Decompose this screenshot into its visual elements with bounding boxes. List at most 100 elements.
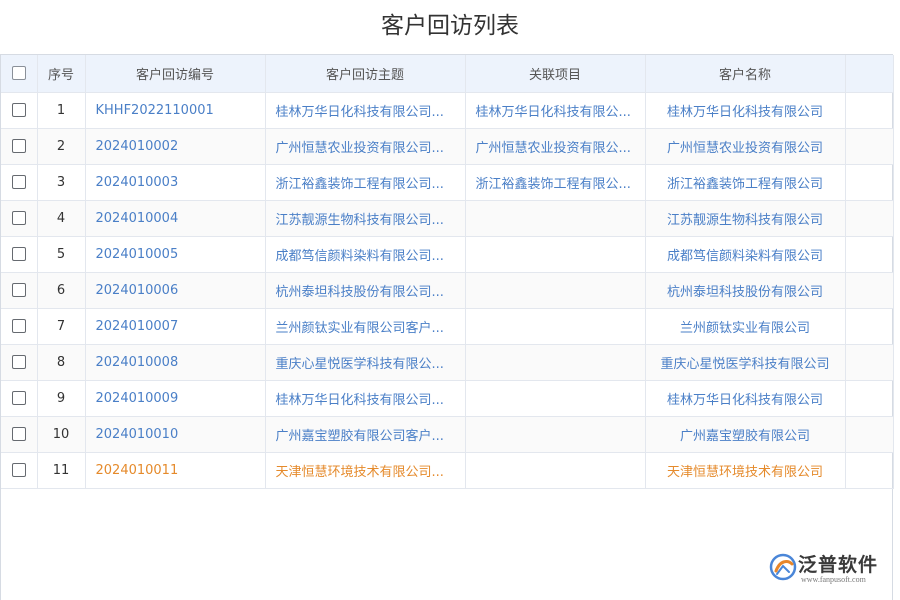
row-subject-link[interactable]: 广州恒慧农业投资有限公司... (265, 128, 465, 164)
row-checkbox[interactable] (12, 463, 26, 477)
row-code-link[interactable]: 2024010004 (85, 200, 265, 236)
row-checkbox[interactable] (12, 391, 26, 405)
row-subject-link[interactable]: 天津恒慧环境技术有限公司... (265, 452, 465, 488)
row-checkbox[interactable] (12, 355, 26, 369)
row-project-link[interactable] (465, 452, 645, 488)
table-row[interactable]: 92024010009桂林万华日化科技有限公司... 桂林万华日化科技有限公司 (1, 380, 893, 416)
row-code-link[interactable]: 2024010009 (85, 380, 265, 416)
brand-logo: 泛普软件 www.fanpusoft.com (768, 550, 888, 590)
row-checkbox-cell[interactable] (1, 344, 37, 380)
select-all-cell[interactable] (1, 55, 37, 92)
row-subject-link[interactable]: 兰州颜钛实业有限公司客户... (265, 308, 465, 344)
logo-url: www.fanpusoft.com (801, 575, 866, 584)
row-index: 10 (37, 416, 85, 452)
row-customer-link[interactable]: 桂林万华日化科技有限公司 (645, 380, 845, 416)
row-customer-link[interactable]: 成都笃信颜料染料有限公司 (645, 236, 845, 272)
row-code-link[interactable]: 2024010006 (85, 272, 265, 308)
column-header-index[interactable]: 序号 (37, 55, 85, 92)
row-project-link[interactable] (465, 308, 645, 344)
row-subject-link[interactable]: 江苏靓源生物科技有限公司... (265, 200, 465, 236)
row-project-link[interactable] (465, 380, 645, 416)
row-checkbox-cell[interactable] (1, 128, 37, 164)
table-row[interactable]: 32024010003浙江裕鑫装饰工程有限公司...浙江裕鑫装饰工程有限公...… (1, 164, 893, 200)
row-project-link[interactable] (465, 236, 645, 272)
table-row[interactable]: 72024010007兰州颜钛实业有限公司客户...兰州颜钛实业有限公司 (1, 308, 893, 344)
row-extra-cell (845, 128, 893, 164)
row-subject-link[interactable]: 重庆心星悦医学科技有限公... (265, 344, 465, 380)
row-checkbox[interactable] (12, 283, 26, 297)
row-customer-link[interactable]: 浙江裕鑫装饰工程有限公司 (645, 164, 845, 200)
row-checkbox-cell[interactable] (1, 416, 37, 452)
row-code-link[interactable]: 2024010010 (85, 416, 265, 452)
column-header-project[interactable]: 关联项目 (465, 55, 645, 92)
page-title: 客户回访列表 (0, 10, 900, 42)
row-project-link[interactable]: 浙江裕鑫装饰工程有限公... (465, 164, 645, 200)
row-project-link[interactable]: 桂林万华日化科技有限公... (465, 92, 645, 128)
select-all-checkbox[interactable] (12, 66, 26, 80)
row-project-link[interactable] (465, 272, 645, 308)
column-header-code[interactable]: 客户回访编号 (85, 55, 265, 92)
row-subject-link[interactable]: 广州嘉宝塑胶有限公司客户... (265, 416, 465, 452)
row-checkbox[interactable] (12, 139, 26, 153)
row-code-link[interactable]: 2024010011 (85, 452, 265, 488)
row-checkbox[interactable] (12, 319, 26, 333)
row-code-link[interactable]: 2024010002 (85, 128, 265, 164)
row-index: 2 (37, 128, 85, 164)
row-customer-link[interactable]: 桂林万华日化科技有限公司 (645, 92, 845, 128)
row-checkbox[interactable] (12, 175, 26, 189)
row-extra-cell (845, 452, 893, 488)
row-customer-link[interactable]: 天津恒慧环境技术有限公司 (645, 452, 845, 488)
row-subject-link[interactable]: 桂林万华日化科技有限公司... (265, 92, 465, 128)
row-customer-link[interactable]: 广州恒慧农业投资有限公司 (645, 128, 845, 164)
row-customer-link[interactable]: 兰州颜钛实业有限公司 (645, 308, 845, 344)
table-row[interactable]: 62024010006杭州泰坦科技股份有限公司...杭州泰坦科技股份有限公司 (1, 272, 893, 308)
row-checkbox-cell[interactable] (1, 380, 37, 416)
row-code-link[interactable]: 2024010005 (85, 236, 265, 272)
logo-text: 泛普软件 (798, 550, 878, 577)
row-extra-cell (845, 236, 893, 272)
row-checkbox-cell[interactable] (1, 452, 37, 488)
row-project-link[interactable]: 广州恒慧农业投资有限公... (465, 128, 645, 164)
row-checkbox-cell[interactable] (1, 200, 37, 236)
row-code-link[interactable]: KHHF2022110001 (85, 92, 265, 128)
row-project-link[interactable] (465, 416, 645, 452)
row-checkbox-cell[interactable] (1, 164, 37, 200)
row-project-link[interactable] (465, 344, 645, 380)
row-customer-link[interactable]: 杭州泰坦科技股份有限公司 (645, 272, 845, 308)
row-checkbox-cell[interactable] (1, 308, 37, 344)
row-checkbox-cell[interactable] (1, 236, 37, 272)
row-checkbox[interactable] (12, 427, 26, 441)
row-index: 9 (37, 380, 85, 416)
row-extra-cell (845, 380, 893, 416)
table-row[interactable]: 102024010010广州嘉宝塑胶有限公司客户... 广州嘉宝塑胶有限公司 (1, 416, 893, 452)
row-project-link[interactable] (465, 200, 645, 236)
row-checkbox-cell[interactable] (1, 92, 37, 128)
column-header-subject[interactable]: 客户回访主题 (265, 55, 465, 92)
row-checkbox[interactable] (12, 103, 26, 117)
table-row[interactable]: 22024010002广州恒慧农业投资有限公司...广州恒慧农业投资有限公...… (1, 128, 893, 164)
row-customer-link[interactable]: 江苏靓源生物科技有限公司 (645, 200, 845, 236)
row-code-link[interactable]: 2024010008 (85, 344, 265, 380)
table-row[interactable]: 1KHHF2022110001桂林万华日化科技有限公司...桂林万华日化科技有限… (1, 92, 893, 128)
row-checkbox[interactable] (12, 247, 26, 261)
table-row[interactable]: 52024010005成都笃信颜料染料有限公司...成都笃信颜料染料有限公司 (1, 236, 893, 272)
row-subject-link[interactable]: 杭州泰坦科技股份有限公司... (265, 272, 465, 308)
column-header-customer[interactable]: 客户名称 (645, 55, 845, 92)
row-customer-link[interactable]: 广州嘉宝塑胶有限公司 (645, 416, 845, 452)
row-code-link[interactable]: 2024010007 (85, 308, 265, 344)
row-extra-cell (845, 344, 893, 380)
row-index: 8 (37, 344, 85, 380)
row-checkbox[interactable] (12, 211, 26, 225)
row-code-link[interactable]: 2024010003 (85, 164, 265, 200)
table-row[interactable]: 42024010004江苏靓源生物科技有限公司...江苏靓源生物科技有限公司 (1, 200, 893, 236)
row-extra-cell (845, 200, 893, 236)
row-customer-link[interactable]: 重庆心星悦医学科技有限公司 (645, 344, 845, 380)
table-row[interactable]: 112024010011天津恒慧环境技术有限公司...天津恒慧环境技术有限公司 (1, 452, 893, 488)
visit-table-container: 序号 客户回访编号 客户回访主题 关联项目 客户名称 1KHHF20221100… (0, 54, 893, 600)
table-row[interactable]: 82024010008重庆心星悦医学科技有限公... 重庆心星悦医学科技有限公司 (1, 344, 893, 380)
row-checkbox-cell[interactable] (1, 272, 37, 308)
row-extra-cell (845, 164, 893, 200)
row-subject-link[interactable]: 成都笃信颜料染料有限公司... (265, 236, 465, 272)
row-subject-link[interactable]: 桂林万华日化科技有限公司... (265, 380, 465, 416)
row-subject-link[interactable]: 浙江裕鑫装饰工程有限公司... (265, 164, 465, 200)
